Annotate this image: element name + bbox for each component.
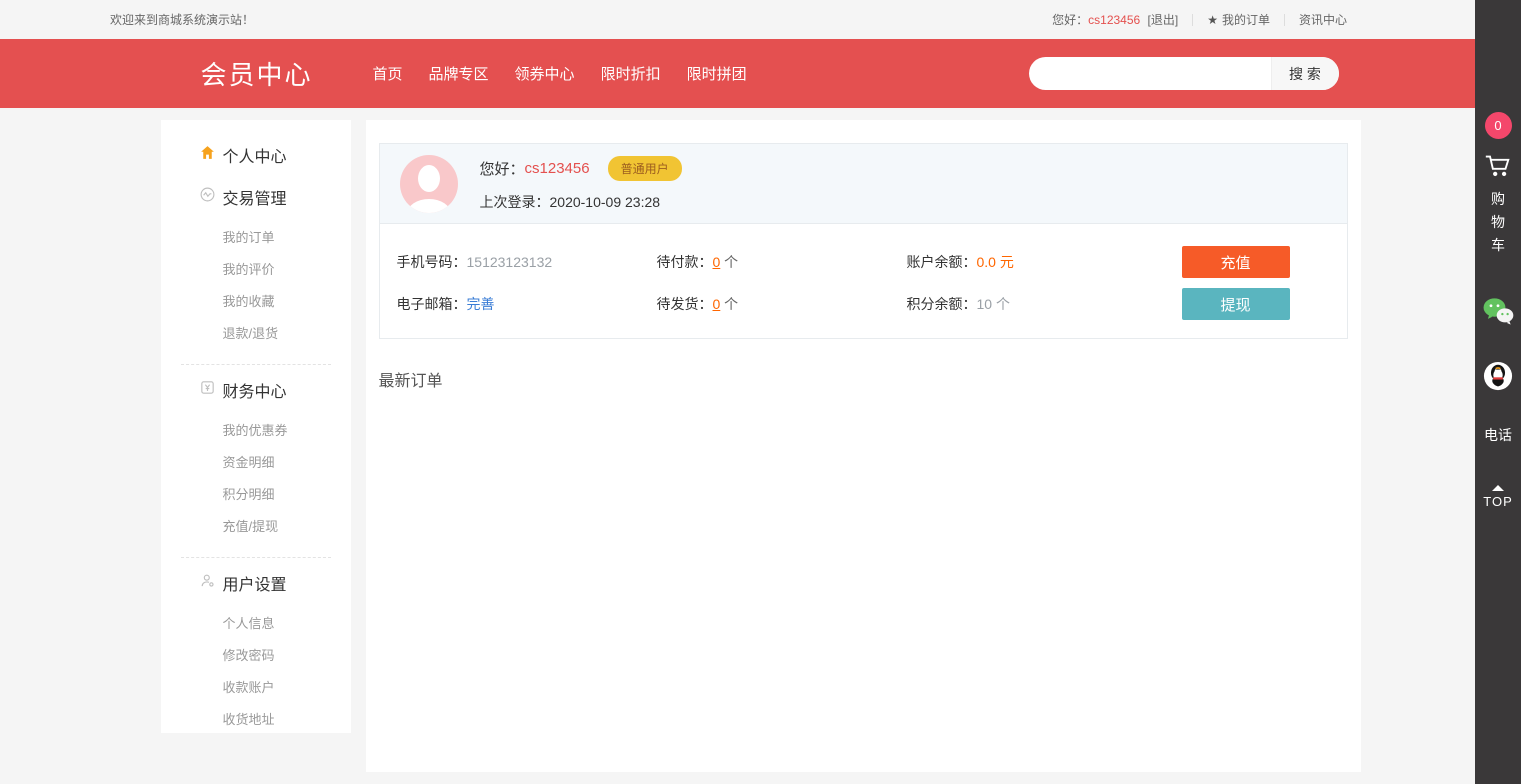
sidebar-item-personal-center[interactable]: 个人中心 bbox=[161, 134, 351, 176]
points-field: 积分余额：10 个 bbox=[907, 294, 1182, 314]
main-header: 会员中心 首页 品牌专区 领券中心 限时折扣 限时拼团 搜 索 bbox=[0, 39, 1521, 108]
main-nav: 首页 品牌专区 领券中心 限时折扣 限时拼团 bbox=[373, 63, 773, 84]
phone-contact[interactable]: 电话 bbox=[1484, 425, 1512, 445]
pending-payment-field: 待付款：0 个 bbox=[657, 252, 907, 272]
sidebar-item-my-favorites[interactable]: 我的收藏 bbox=[161, 286, 351, 318]
floating-sidebar: 0 购物车 电话 TOP bbox=[1475, 0, 1521, 784]
sidebar-item-recharge-withdraw[interactable]: 充值/提现 bbox=[161, 511, 351, 543]
sidebar-item-refund-return[interactable]: 退款/退货 bbox=[161, 318, 351, 350]
finance-icon bbox=[199, 379, 216, 401]
search-input[interactable] bbox=[1029, 57, 1271, 90]
up-triangle-icon bbox=[1492, 485, 1504, 491]
nav-flash-discount[interactable]: 限时折扣 bbox=[601, 63, 661, 84]
withdraw-button[interactable]: 提现 bbox=[1182, 288, 1290, 320]
divider bbox=[181, 557, 331, 558]
nav-brand-zone[interactable]: 品牌专区 bbox=[429, 63, 489, 84]
user-greeting: 您好：cs123456 [退出] bbox=[1052, 11, 1178, 28]
nav-group-buy[interactable]: 限时拼团 bbox=[687, 63, 747, 84]
sidebar-sub-trade: 我的订单 我的评价 我的收藏 退款/退货 bbox=[161, 218, 351, 360]
divider bbox=[181, 364, 331, 365]
topbar-news-link[interactable]: 资讯中心 bbox=[1299, 11, 1347, 28]
nav-coupon-center[interactable]: 领券中心 bbox=[515, 63, 575, 84]
sidebar: 个人中心 交易管理 我的订单 我的评价 我的收藏 退款/退货 财务中心 我的优惠… bbox=[161, 120, 351, 733]
last-login: 上次登录：2020-10-09 23:28 bbox=[480, 192, 682, 212]
sidebar-sub-finance: 我的优惠券 资金明细 积分明细 充值/提现 bbox=[161, 411, 351, 553]
latest-orders-title: 最新订单 bbox=[379, 367, 1348, 391]
top-utility-bar: 欢迎来到商城系统演示站！ 您好：cs123456 [退出] ★我的订单 资讯中心 bbox=[0, 0, 1521, 39]
cart-count-badge: 0 bbox=[1485, 112, 1512, 139]
sidebar-item-personal-info[interactable]: 个人信息 bbox=[161, 608, 351, 640]
sidebar-item-shipping-address[interactable]: 收货地址 bbox=[161, 704, 351, 733]
sidebar-item-my-orders[interactable]: 我的订单 bbox=[161, 222, 351, 254]
sidebar-item-fund-details[interactable]: 资金明细 bbox=[161, 447, 351, 479]
sidebar-item-payment-account[interactable]: 收款账户 bbox=[161, 672, 351, 704]
username-link[interactable]: cs123456 bbox=[1088, 13, 1140, 27]
sidebar-item-trade-management[interactable]: 交易管理 bbox=[161, 176, 351, 218]
divider bbox=[1192, 14, 1193, 26]
back-to-top[interactable]: TOP bbox=[1483, 485, 1513, 509]
sidebar-item-user-settings[interactable]: 用户设置 bbox=[161, 562, 351, 604]
profile-username: cs123456 bbox=[525, 160, 590, 177]
wechat-icon[interactable] bbox=[1482, 297, 1514, 325]
divider bbox=[1284, 14, 1285, 26]
profile-greeting: 您好：cs123456 普通用户 bbox=[480, 156, 682, 181]
user-level-badge: 普通用户 bbox=[608, 156, 682, 181]
avatar bbox=[400, 155, 458, 213]
cart-icon[interactable] bbox=[1483, 150, 1513, 180]
site-logo[interactable]: 会员中心 bbox=[201, 55, 313, 92]
email-field: 电子邮箱：完善 bbox=[397, 294, 657, 314]
sidebar-item-my-coupons[interactable]: 我的优惠券 bbox=[161, 415, 351, 447]
phone-field: 手机号码：15123123132 bbox=[397, 252, 657, 272]
sidebar-sub-settings: 个人信息 修改密码 收款账户 收货地址 bbox=[161, 604, 351, 733]
transactions-icon bbox=[199, 186, 216, 208]
sidebar-item-change-password[interactable]: 修改密码 bbox=[161, 640, 351, 672]
sidebar-item-my-reviews[interactable]: 我的评价 bbox=[161, 254, 351, 286]
email-complete-link[interactable]: 完善 bbox=[467, 296, 495, 312]
logout-link[interactable]: [退出] bbox=[1148, 13, 1179, 27]
welcome-text: 欢迎来到商城系统演示站！ bbox=[110, 11, 254, 28]
user-settings-icon bbox=[199, 572, 216, 594]
recharge-button[interactable]: 充值 bbox=[1182, 246, 1290, 278]
search-button[interactable]: 搜 索 bbox=[1271, 57, 1339, 90]
cart-label[interactable]: 购物车 bbox=[1490, 188, 1506, 257]
profile-info-grid: 手机号码：15123123132 待付款：0 个 账户余额：0.0 元 充值 电… bbox=[380, 224, 1347, 338]
phone-value: 15123123132 bbox=[467, 254, 553, 270]
sidebar-item-points-details[interactable]: 积分明细 bbox=[161, 479, 351, 511]
balance-field: 账户余额：0.0 元 bbox=[907, 252, 1182, 272]
nav-home[interactable]: 首页 bbox=[373, 63, 403, 84]
qq-icon[interactable] bbox=[1483, 361, 1513, 391]
main-content: 您好：cs123456 普通用户 上次登录：2020-10-09 23:28 手… bbox=[366, 120, 1361, 772]
points-value: 10 个 bbox=[977, 296, 1010, 312]
profile-header: 您好：cs123456 普通用户 上次登录：2020-10-09 23:28 bbox=[380, 144, 1347, 224]
search-box: 搜 索 bbox=[1029, 57, 1339, 90]
balance-value: 0.0 元 bbox=[977, 254, 1014, 270]
topbar-my-orders-link[interactable]: ★我的订单 bbox=[1207, 11, 1270, 28]
home-icon bbox=[199, 144, 216, 166]
sidebar-item-finance-center[interactable]: 财务中心 bbox=[161, 369, 351, 411]
pending-shipment-field: 待发货：0 个 bbox=[657, 294, 907, 314]
profile-card: 您好：cs123456 普通用户 上次登录：2020-10-09 23:28 手… bbox=[379, 143, 1348, 339]
star-icon: ★ bbox=[1207, 13, 1218, 27]
